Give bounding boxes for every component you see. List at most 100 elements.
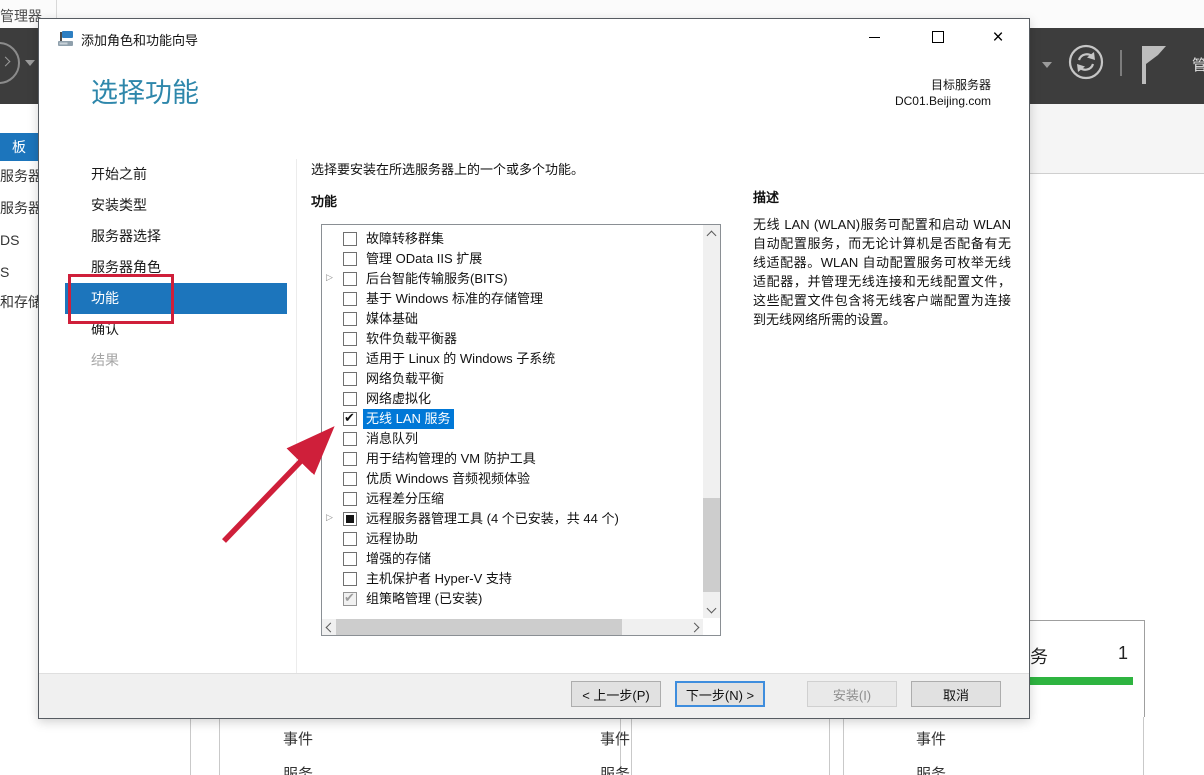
feature-label[interactable]: 网络负载平衡: [366, 369, 444, 389]
scroll-right-icon[interactable]: [689, 619, 703, 635]
wizard-nav-item-2[interactable]: 安装类型: [65, 190, 287, 221]
tile-link-services[interactable]: 服务: [283, 763, 313, 775]
feature-row[interactable]: 故障转移群集: [322, 229, 703, 249]
feature-checkbox[interactable]: [343, 452, 357, 466]
feature-row[interactable]: 组策略管理 (已安装): [322, 589, 703, 609]
feature-label[interactable]: 增强的存储: [366, 549, 431, 569]
feature-row[interactable]: ▷ 远程服务器管理工具 (4 个已安装，共 44 个): [322, 509, 703, 529]
feature-checkbox[interactable]: [343, 432, 357, 446]
feature-row[interactable]: ▷ 后台智能传输服务(BITS): [322, 269, 703, 289]
feature-row[interactable]: 无线 LAN 服务: [322, 409, 703, 429]
dialog-titlebar[interactable]: 添加角色和功能向导 ×: [39, 19, 1029, 57]
manage-menu-label[interactable]: 管理: [1192, 54, 1204, 75]
feature-checkbox[interactable]: [343, 272, 357, 286]
wizard-window-icon: [57, 30, 75, 52]
feature-row[interactable]: 用于结构管理的 VM 防护工具: [322, 449, 703, 469]
scrollbar-thumb[interactable]: [336, 619, 622, 635]
forward-button-icon[interactable]: [0, 42, 20, 84]
tile-link-services[interactable]: 服务: [916, 763, 946, 775]
feature-checkbox[interactable]: [343, 292, 357, 306]
feature-checkbox[interactable]: [343, 252, 357, 266]
feature-row[interactable]: 优质 Windows 音频视频体验: [322, 469, 703, 489]
sidebar-item-fragment[interactable]: DS: [0, 230, 19, 250]
feature-checkbox[interactable]: [343, 532, 357, 546]
feature-row[interactable]: 网络虚拟化: [322, 389, 703, 409]
feature-label[interactable]: 远程差分压缩: [366, 489, 444, 509]
divider: [829, 717, 830, 775]
feature-row[interactable]: 管理 OData IIS 扩展: [322, 249, 703, 269]
next-button[interactable]: 下一步(N) >: [675, 681, 765, 707]
feature-checkbox[interactable]: [343, 332, 357, 346]
tile-link-events[interactable]: 事件: [916, 728, 946, 749]
feature-row[interactable]: 消息队列: [322, 429, 703, 449]
refresh-icon[interactable]: [1066, 42, 1106, 87]
install-button[interactable]: 安装(I): [807, 681, 897, 707]
feature-label[interactable]: 主机保护者 Hyper-V 支持: [366, 569, 512, 589]
horizontal-scrollbar[interactable]: [322, 619, 703, 635]
scroll-down-icon[interactable]: [703, 601, 720, 618]
feature-row[interactable]: 增强的存储: [322, 549, 703, 569]
feature-checkbox[interactable]: [343, 352, 357, 366]
previous-button[interactable]: < 上一步(P): [571, 681, 661, 707]
feature-row[interactable]: 媒体基础: [322, 309, 703, 329]
feature-label[interactable]: 优质 Windows 音频视频体验: [366, 469, 530, 489]
feature-label[interactable]: 基于 Windows 标准的存储管理: [366, 289, 543, 309]
feature-row[interactable]: 适用于 Linux 的 Windows 子系统: [322, 349, 703, 369]
wizard-nav-item-3[interactable]: 服务器选择: [65, 221, 287, 252]
cancel-button[interactable]: 取消: [911, 681, 1001, 707]
sidebar-item-fragment[interactable]: S: [0, 262, 9, 282]
feature-label[interactable]: 媒体基础: [366, 309, 418, 329]
close-button[interactable]: ×: [975, 21, 1021, 53]
feature-label[interactable]: 网络虚拟化: [366, 389, 431, 409]
expand-icon[interactable]: ▷: [326, 272, 333, 283]
scroll-left-icon[interactable]: [322, 619, 336, 635]
feature-label[interactable]: 适用于 Linux 的 Windows 子系统: [366, 349, 555, 369]
minimize-button[interactable]: [851, 21, 897, 53]
feature-row[interactable]: 主机保护者 Hyper-V 支持: [322, 569, 703, 589]
feature-label[interactable]: 故障转移群集: [366, 229, 444, 249]
feature-label[interactable]: 无线 LAN 服务: [363, 409, 454, 429]
feature-checkbox[interactable]: [343, 312, 357, 326]
feature-row[interactable]: 软件负载平衡器: [322, 329, 703, 349]
feature-label[interactable]: 远程协助: [366, 529, 418, 549]
feature-label[interactable]: 消息队列: [366, 429, 418, 449]
feature-label[interactable]: 管理 OData IIS 扩展: [366, 249, 482, 269]
sidebar-item-fragment[interactable]: 服务器: [0, 198, 42, 218]
feature-checkbox[interactable]: [343, 592, 357, 606]
feature-row[interactable]: 网络负载平衡: [322, 369, 703, 389]
sidebar-item-dashboard[interactable]: 板: [0, 133, 38, 161]
tile-link-services[interactable]: 服务: [600, 763, 630, 775]
chevron-down-icon[interactable]: [1042, 62, 1052, 68]
vertical-scrollbar[interactable]: [703, 225, 720, 618]
tile-link-events[interactable]: 事件: [600, 728, 630, 749]
feature-checkbox[interactable]: [343, 412, 357, 426]
divider: [190, 717, 191, 775]
wizard-nav-item-1[interactable]: 开始之前: [65, 159, 287, 190]
feature-checkbox[interactable]: [343, 572, 357, 586]
sidebar-item-fragment[interactable]: 和存储: [0, 292, 42, 312]
chevron-down-icon[interactable]: [25, 60, 35, 66]
feature-checkbox[interactable]: [343, 552, 357, 566]
feature-row[interactable]: 远程协助: [322, 529, 703, 549]
feature-row[interactable]: 远程差分压缩: [322, 489, 703, 509]
feature-row[interactable]: 基于 Windows 标准的存储管理: [322, 289, 703, 309]
feature-checkbox[interactable]: [343, 472, 357, 486]
feature-checkbox[interactable]: [343, 392, 357, 406]
app-title-fragment: 管理器: [0, 6, 42, 26]
sidebar-item-fragment[interactable]: 服务器: [0, 166, 42, 186]
feature-label[interactable]: 组策略管理 (已安装): [366, 589, 482, 609]
feature-label[interactable]: 后台智能传输服务(BITS): [366, 269, 508, 289]
feature-checkbox[interactable]: [343, 372, 357, 386]
feature-checkbox[interactable]: [343, 492, 357, 506]
feature-checkbox[interactable]: [343, 512, 357, 526]
scroll-up-icon[interactable]: [703, 225, 720, 242]
tile-link-events[interactable]: 事件: [283, 728, 313, 749]
expand-icon[interactable]: ▷: [326, 512, 333, 523]
feature-checkbox[interactable]: [343, 232, 357, 246]
feature-label[interactable]: 软件负载平衡器: [366, 329, 457, 349]
notifications-flag-icon[interactable]: [1138, 44, 1168, 93]
feature-label[interactable]: 用于结构管理的 VM 防护工具: [366, 449, 536, 469]
feature-label[interactable]: 远程服务器管理工具 (4 个已安装，共 44 个): [366, 509, 619, 529]
maximize-button[interactable]: [915, 21, 961, 53]
scrollbar-thumb[interactable]: [703, 498, 720, 592]
